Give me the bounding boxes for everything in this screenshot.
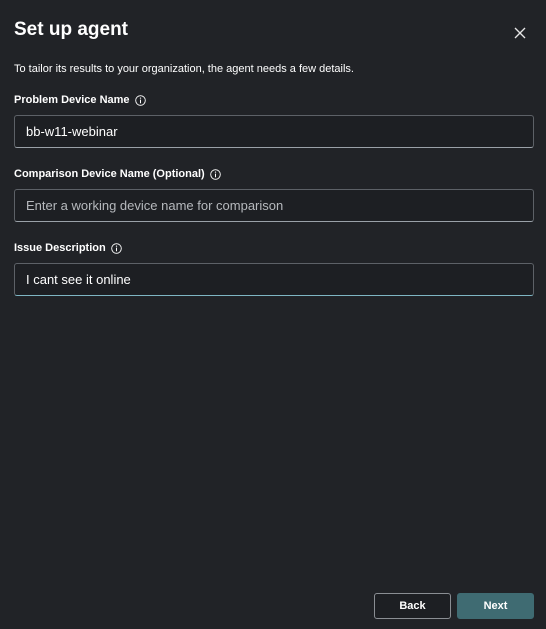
comparison-device-name-label: Comparison Device Name (Optional) <box>14 168 221 180</box>
info-icon[interactable] <box>209 168 221 180</box>
problem-device-name-input[interactable] <box>14 115 534 148</box>
next-button[interactable]: Next <box>457 593 534 619</box>
info-icon[interactable] <box>134 94 146 106</box>
problem-device-name-label: Problem Device Name <box>14 94 146 106</box>
dialog-subtitle: To tailor its results to your organizati… <box>14 63 354 75</box>
problem-device-name-label-text: Problem Device Name <box>14 94 130 106</box>
comparison-device-name-label-text: Comparison Device Name (Optional) <box>14 168 205 180</box>
comparison-device-name-input[interactable] <box>14 189 534 222</box>
dialog-title: Set up agent <box>14 19 129 40</box>
setup-agent-dialog: Set up agent To tailor its results to yo… <box>0 0 546 629</box>
issue-description-label: Issue Description <box>14 242 122 254</box>
info-icon[interactable] <box>110 242 122 254</box>
issue-description-label-text: Issue Description <box>14 242 106 254</box>
back-button[interactable]: Back <box>374 593 451 619</box>
close-icon[interactable] <box>511 24 529 42</box>
issue-description-input[interactable] <box>14 263 534 296</box>
